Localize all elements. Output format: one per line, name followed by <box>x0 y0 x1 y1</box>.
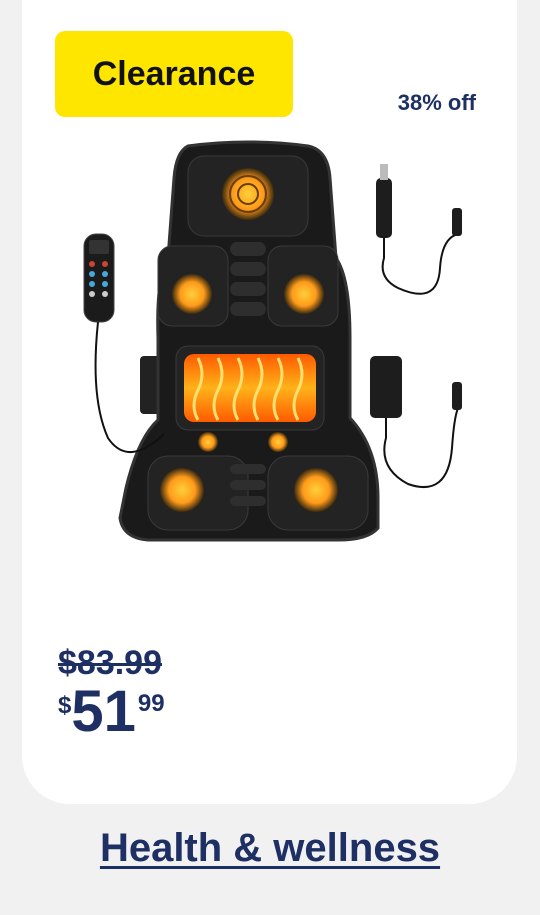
original-price: $83.99 <box>58 644 162 682</box>
price-dollars: 51 <box>71 679 136 744</box>
product-image[interactable] <box>78 138 478 558</box>
sale-price: $ 51 99 <box>58 680 165 744</box>
category-link-container: Health & wellness <box>0 826 540 871</box>
discount-label: 38% off <box>397 90 476 115</box>
clearance-badge: Clearance <box>55 31 293 117</box>
massage-seat-illustration <box>83 140 462 542</box>
price-currency: $ <box>58 692 72 719</box>
price-cents: 99 <box>137 690 165 717</box>
health-wellness-link[interactable]: Health & wellness <box>100 826 440 870</box>
